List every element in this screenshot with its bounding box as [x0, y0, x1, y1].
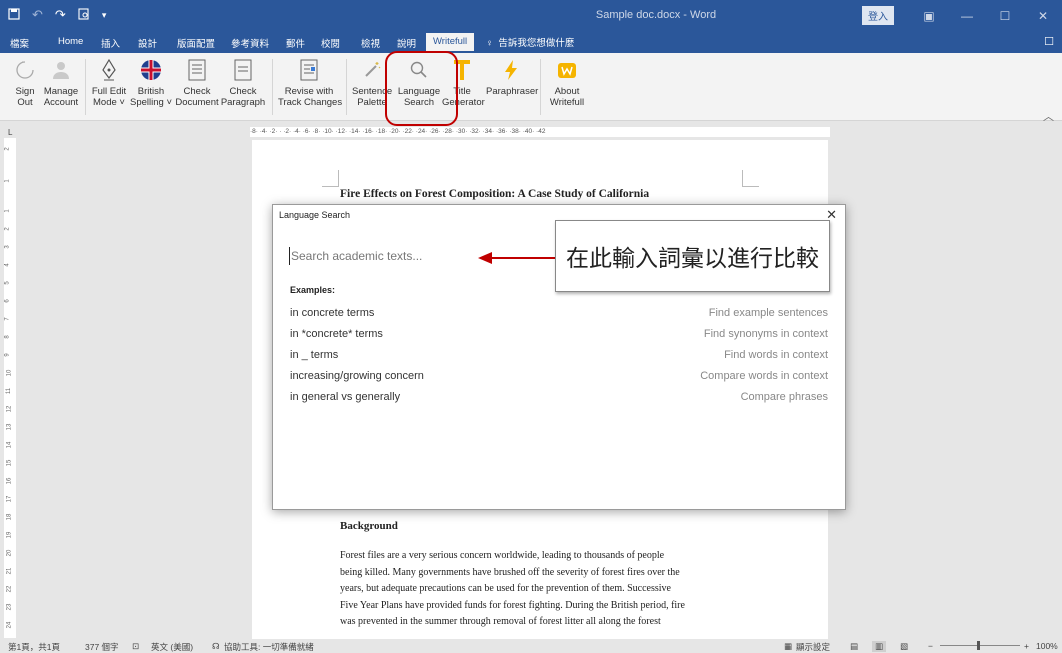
about-writefull-button[interactable]: About Writefull	[546, 57, 588, 108]
crop-mark	[742, 170, 759, 187]
tell-me-text: 告訴我您想做什麼	[498, 38, 575, 49]
magnifier-icon	[410, 61, 427, 78]
minimize-icon[interactable]: —	[948, 9, 986, 23]
accessibility-icon: ☊	[212, 641, 220, 651]
language-indicator[interactable]: 英文 (美國)	[151, 641, 193, 653]
customize-qat-icon[interactable]: ▾	[102, 10, 107, 21]
language-search-button[interactable]: Language Search	[396, 57, 442, 108]
document-icon	[188, 59, 206, 81]
tab-mailings[interactable]: 郵件	[286, 36, 305, 50]
display-settings[interactable]: 顯示設定	[796, 641, 830, 653]
magic-wand-icon	[365, 62, 381, 77]
example-item[interactable]: in _ terms Find words in context	[290, 349, 828, 365]
tab-references[interactable]: 參考資料	[231, 36, 269, 50]
lightning-icon	[505, 60, 517, 80]
document-title: Sample doc.docx - Word	[595, 9, 717, 21]
sign-out-icon	[16, 61, 34, 79]
sign-out-button[interactable]: Sign Out	[12, 57, 38, 108]
ribbon-display-icon[interactable]: ▣	[910, 9, 948, 23]
crop-mark	[322, 170, 339, 187]
check-document-button[interactable]: Check Document	[174, 57, 220, 108]
login-button[interactable]: 登入	[862, 6, 894, 25]
british-spelling-button[interactable]: British Spelling ˅	[130, 57, 172, 108]
dialog-title: Language Search	[279, 210, 351, 220]
annotation-callout: 在此輸入詞彙以進行比較	[555, 220, 830, 292]
title-generator-button[interactable]: Title Generator	[442, 57, 485, 108]
status-bar: 第1頁，共1頁 377 個字 ⊡ 英文 (美國) ☊ 協助工具: 一切準備就緒 …	[0, 639, 1062, 652]
page-count[interactable]: 第1頁，共1頁	[8, 641, 60, 653]
display-settings-icon: ▦	[784, 641, 793, 651]
print-preview-icon[interactable]	[78, 7, 90, 23]
annotation-arrow-icon	[478, 252, 558, 264]
uk-flag-icon	[141, 60, 161, 80]
revise-track-changes-button[interactable]: Revise with Track Changes	[278, 57, 342, 108]
tab-insert[interactable]: 插入	[101, 36, 120, 50]
document-paragraph[interactable]: Forest files are a very serious concern …	[340, 548, 744, 631]
full-edit-mode-button[interactable]: Full Edit Mode ˅	[90, 57, 128, 108]
check-paragraph-button[interactable]: Check Paragraph	[220, 57, 266, 108]
tab-design[interactable]: 設計	[138, 36, 157, 50]
tab-layout[interactable]: 版面配置	[177, 36, 215, 50]
quick-access-toolbar: ↶ ↷ ▾	[8, 7, 106, 23]
example-item[interactable]: in concrete terms Find example sentences	[290, 307, 828, 323]
web-layout-icon[interactable]: ▧	[900, 641, 908, 652]
pen-nib-icon	[102, 58, 116, 81]
comments-icon[interactable]: ☐	[1044, 35, 1054, 48]
zoom-level[interactable]: 100%	[1036, 641, 1058, 651]
paraphraser-button[interactable]: Paraphraser	[486, 57, 538, 97]
paragraph-icon	[234, 59, 252, 81]
tab-help[interactable]: 說明	[397, 36, 416, 50]
tab-review[interactable]: 校閱	[321, 36, 340, 50]
zoom-in-button[interactable]: +	[1024, 641, 1029, 651]
save-icon[interactable]	[8, 7, 20, 23]
tab-file[interactable]: 檔案	[10, 36, 29, 50]
tab-view[interactable]: 檢視	[361, 36, 380, 50]
tab-writefull[interactable]: Writefull	[426, 33, 475, 51]
track-changes-icon	[300, 59, 318, 81]
title-t-icon	[454, 60, 470, 80]
zoom-slider-thumb[interactable]	[977, 641, 980, 650]
user-icon	[53, 62, 69, 79]
zoom-out-button[interactable]: −	[928, 641, 933, 651]
manage-account-button[interactable]: Manage Account	[42, 57, 80, 108]
ribbon-tabs: 檔案 Home 插入 設計 版面配置 參考資料 郵件 校閱 檢視 說明 Writ…	[0, 31, 1062, 53]
tell-me-box[interactable]: ♀ 告訴我您想做什麼	[486, 35, 574, 49]
proofing-icon[interactable]: ⊡	[132, 641, 139, 652]
horizontal-ruler[interactable]: ·8· ·4· ·2· · ·2· ·4· ·6· ·8· ·10· ·12· …	[250, 127, 830, 137]
redo-icon[interactable]: ↷	[55, 7, 66, 23]
zoom-slider[interactable]	[940, 645, 1020, 646]
tab-selector[interactable]: L	[8, 128, 12, 137]
example-item[interactable]: increasing/growing concern Compare words…	[290, 370, 828, 386]
writefull-logo-icon	[558, 63, 576, 78]
sentence-palette-button[interactable]: Sentence Palette	[352, 57, 392, 108]
maximize-icon[interactable]: ☐	[986, 9, 1024, 23]
lightbulb-icon: ♀	[486, 38, 494, 49]
print-layout-icon[interactable]: ▥	[872, 641, 887, 652]
example-item[interactable]: in *concrete* terms Find synonyms in con…	[290, 328, 828, 344]
vertical-ruler[interactable]: 2 1 1 2 3 4 5 6 7 8 9 10 11 12 13 14 15 …	[4, 138, 16, 638]
undo-icon[interactable]: ↶	[32, 7, 43, 23]
read-mode-icon[interactable]: ▤	[850, 641, 858, 652]
writefull-ribbon: Sign Out Manage Account Full Edit Mode ˅…	[0, 53, 1062, 121]
word-count[interactable]: 377 個字	[85, 641, 119, 653]
close-icon[interactable]: ✕	[1024, 9, 1062, 23]
collapse-ribbon-icon[interactable]: ︿	[1043, 108, 1054, 124]
document-section-heading[interactable]: Background	[340, 520, 398, 532]
examples-heading: Examples:	[290, 285, 336, 295]
tab-home[interactable]: Home	[58, 36, 83, 47]
document-heading-title[interactable]: Fire Effects on Forest Composition: A Ca…	[340, 188, 820, 200]
accessibility-status[interactable]: 協助工具: 一切準備就緒	[224, 641, 314, 653]
example-item[interactable]: in general vs generally Compare phrases	[290, 391, 828, 407]
title-bar: ↶ ↷ ▾ Sample doc.docx - Word 登入 ▣ — ☐ ✕	[0, 0, 1062, 31]
